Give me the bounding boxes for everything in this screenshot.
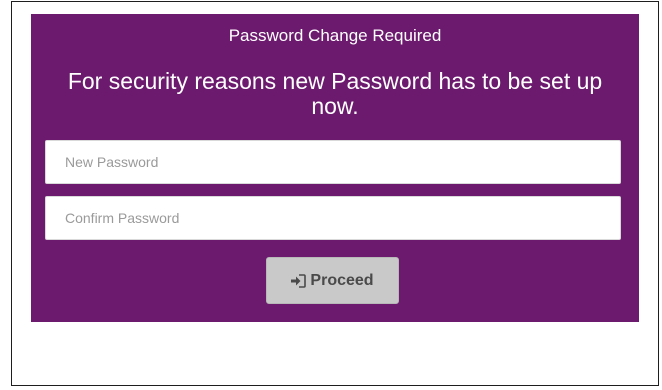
security-message: For security reasons new Password has to… <box>67 68 603 119</box>
new-password-input[interactable] <box>45 140 621 184</box>
proceed-label: Proceed <box>310 271 374 289</box>
confirm-password-input[interactable] <box>45 196 621 240</box>
password-change-panel: Password Change Required For security re… <box>31 14 639 322</box>
dialog-title: Password Change Required <box>228 26 442 45</box>
proceed-button[interactable]: Proceed <box>266 257 399 304</box>
sign-in-icon <box>291 273 307 288</box>
dialog-frame: Password Change Required For security re… <box>11 1 659 386</box>
